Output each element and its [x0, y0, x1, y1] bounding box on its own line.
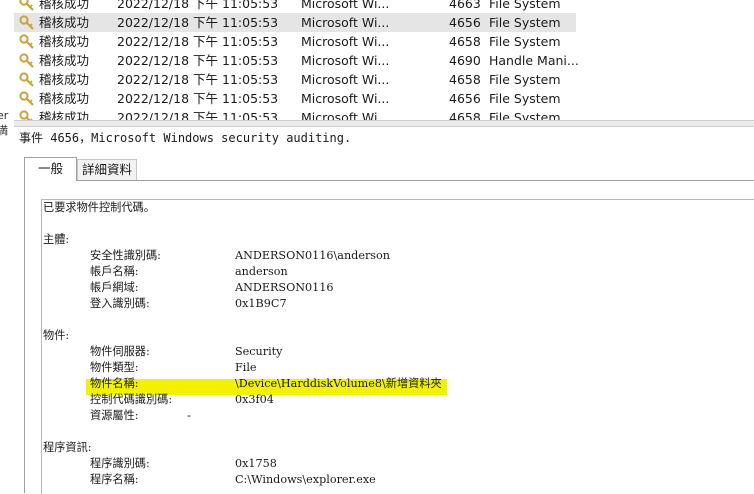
category-cell: File System — [489, 0, 561, 11]
process-id-label: 程序識別碼: — [90, 457, 150, 470]
key-icon — [19, 15, 34, 30]
date-cell: 2022/12/18 下午 11:05:53 — [117, 72, 279, 87]
resource-attributes-label: 資源屬性: — [90, 409, 139, 422]
event-id-cell: 4690 — [449, 53, 481, 68]
truncated-label: 満 — [0, 124, 8, 137]
keyword-cell: 稽核成功 — [39, 110, 90, 120]
table-row[interactable]: 稽核成功 2022/12/18 下午 11:05:53 Microsoft Wi..… — [14, 32, 576, 51]
logon-id-label: 登入識別碼: — [90, 297, 150, 310]
table-row[interactable]: 稽核成功 2022/12/18 下午 11:05:53 Microsoft Wi..… — [14, 70, 576, 89]
date-cell: 2022/12/18 下午 11:05:53 — [117, 53, 279, 68]
account-domain-value: ANDERSON0116 — [235, 281, 334, 294]
account-name-label: 帳戶名稱: — [90, 265, 139, 278]
key-icon — [19, 110, 33, 120]
event-message-box[interactable]: 已要求物件控制代碼。 主體: 安全性識別碼: ANDERSON0116\ande… — [41, 199, 754, 494]
table-row[interactable]: 稽核成功 2022/12/18 下午 11:05:53 Microsoft Wi..… — [14, 89, 576, 108]
handle-id-label: 控制代碼識別碼: — [90, 393, 173, 406]
table-row[interactable]: 稽核成功 2022/12/18 下午 11:05:53 Microsoft Wi..… — [14, 13, 576, 32]
key-icon — [19, 91, 34, 106]
key-icon — [19, 0, 34, 11]
source-cell: Microsoft Wi... — [301, 110, 390, 120]
handle-id-value: 0x3f04 — [235, 393, 274, 406]
event-id-cell: 4656 — [449, 91, 481, 106]
event-title: 事件 4656，Microsoft Windows security audit… — [19, 131, 352, 145]
event-id-cell: 4658 — [449, 34, 481, 49]
event-id-cell: 4663 — [449, 0, 481, 11]
key-icon — [19, 34, 34, 49]
table-row[interactable]: 稽核成功 2022/12/18 下午 11:05:53 Microsoft Wi..… — [14, 0, 576, 13]
event-detail-pane: 事件 4656，Microsoft Windows security audit… — [14, 127, 754, 494]
object-type-label: 物件類型: — [90, 361, 139, 374]
object-server-value: Security — [235, 345, 283, 358]
source-cell: Microsoft Wi... — [301, 0, 390, 11]
category-cell: File System — [489, 91, 561, 106]
source-cell: Microsoft Wi... — [301, 53, 390, 68]
source-cell: Microsoft Wi... — [301, 72, 390, 87]
keyword-cell: 稽核成功 — [39, 0, 90, 11]
date-cell: 2022/12/18 下午 11:05:53 — [117, 15, 279, 30]
date-cell: 2022/12/18 下午 11:05:53 — [117, 91, 279, 106]
general-tab-panel: 已要求物件控制代碼。 主體: 安全性識別碼: ANDERSON0116\ande… — [24, 180, 754, 494]
category-cell: File System — [489, 72, 561, 87]
object-type-value: File — [235, 361, 257, 374]
object-heading: 物件: — [43, 329, 70, 342]
left-nav-pane-edge: er 満 — [0, 0, 15, 493]
category-cell: File System — [489, 110, 561, 120]
object-name-value: \Device\HarddiskVolume8\新增資料夾 — [235, 377, 442, 390]
tab-details[interactable]: 詳細資料 — [77, 159, 137, 180]
date-cell: 2022/12/18 下午 11:05:53 — [117, 0, 279, 11]
event-id-cell: 4656 — [449, 15, 481, 30]
resource-attributes-value: - — [187, 409, 192, 422]
keyword-cell: 稽核成功 — [39, 72, 90, 87]
process-name-value: C:\Windows\explorer.exe — [235, 473, 376, 486]
logon-id-value: 0x1B9C7 — [235, 297, 287, 310]
category-cell: File System — [489, 15, 561, 30]
event-list[interactable]: 稽核成功 2022/12/18 下午 11:05:53 Microsoft Wi..… — [14, 0, 754, 120]
key-icon — [19, 72, 34, 87]
source-cell: Microsoft Wi... — [301, 34, 390, 49]
key-icon — [19, 53, 34, 68]
pane-splitter[interactable] — [14, 120, 754, 127]
object-name-label: 物件名稱: — [90, 377, 139, 390]
keyword-cell: 稽核成功 — [39, 34, 90, 49]
category-cell: File System — [489, 34, 561, 49]
source-cell: Microsoft Wi... — [301, 91, 390, 106]
event-id-cell: 4658 — [449, 72, 481, 87]
keyword-cell: 稽核成功 — [39, 15, 90, 30]
process-id-value: 0x1758 — [235, 457, 277, 470]
process-name-label: 程序名稱: — [90, 473, 139, 486]
date-cell: 2022/12/18 下午 11:05:53 — [117, 34, 279, 49]
event-id-cell: 4658 — [449, 110, 481, 120]
truncated-label: er — [0, 109, 9, 122]
subject-heading: 主體: — [43, 233, 70, 246]
process-heading: 程序資訊: — [43, 441, 92, 454]
object-server-label: 物件伺服器: — [90, 345, 150, 358]
security-id-value: ANDERSON0116\anderson — [235, 249, 390, 262]
message-intro: 已要求物件控制代碼。 — [43, 201, 155, 214]
account-domain-label: 帳戶網域: — [90, 281, 139, 294]
table-row[interactable]: 稽核成功 2022/12/18 下午 11:05:53 Microsoft Wi..… — [14, 108, 576, 120]
security-id-label: 安全性識別碼: — [90, 249, 161, 262]
account-name-value: anderson — [235, 265, 288, 278]
table-row[interactable]: 稽核成功 2022/12/18 下午 11:05:53 Microsoft Wi..… — [14, 51, 579, 70]
category-cell: Handle Mani... — [489, 53, 579, 68]
source-cell: Microsoft Wi... — [301, 15, 390, 30]
detail-tabs: 一般 詳細資料 已要求物件控制代碼。 主體: 安全性識別碼: ANDERSON0… — [24, 157, 754, 494]
tab-general[interactable]: 一般 — [24, 157, 77, 181]
keyword-cell: 稽核成功 — [39, 91, 90, 106]
date-cell: 2022/12/18 下午 11:05:53 — [117, 110, 279, 120]
keyword-cell: 稽核成功 — [39, 53, 90, 68]
